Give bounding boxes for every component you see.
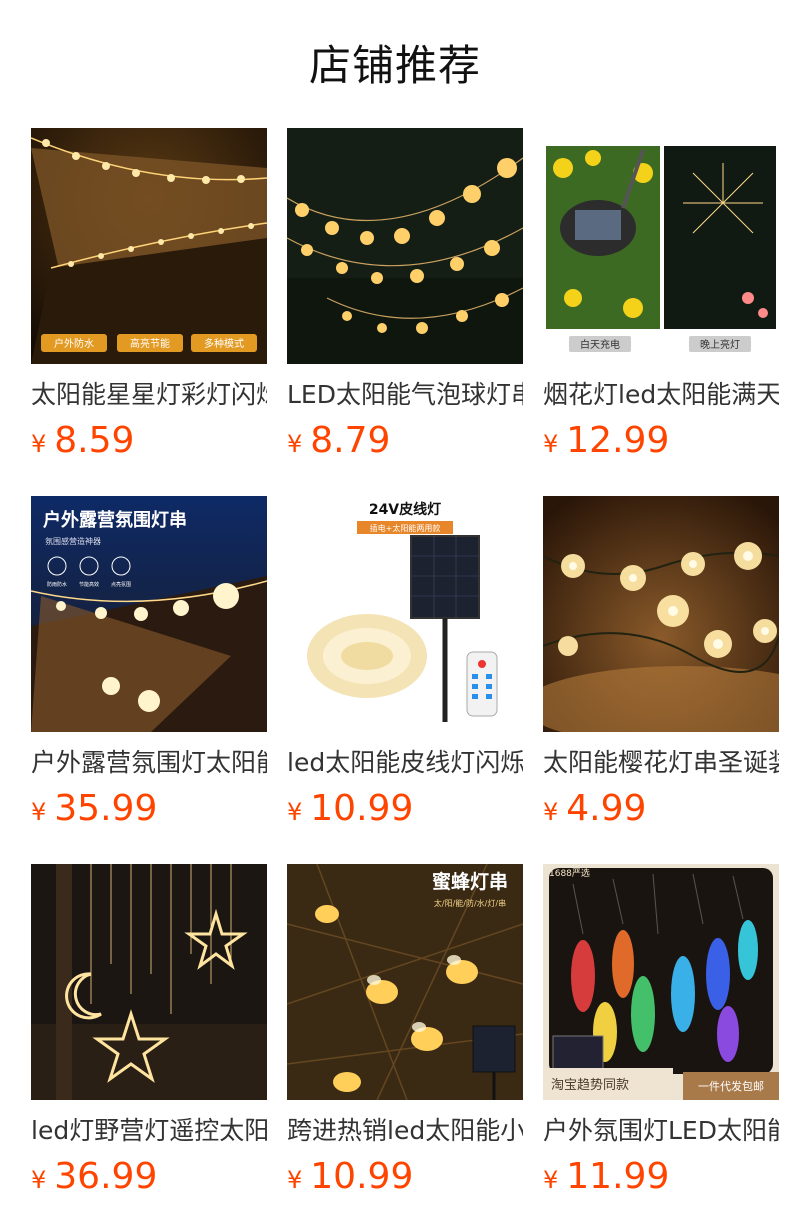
price-value: 10.99	[310, 788, 414, 829]
camping-ambient-light-image[interactable]: 户外露营氛围灯串 氛围感营造神器 防雨防水 节能高效 点亮氛围	[31, 496, 267, 732]
price-value: 8.79	[310, 420, 391, 461]
image-subtext: 插电+太阳能两用款	[370, 523, 441, 533]
cherry-blossom-light-image[interactable]	[543, 496, 779, 732]
currency-symbol: ¥	[543, 1166, 559, 1194]
currency-symbol: ¥	[287, 430, 303, 458]
price-value: 12.99	[566, 420, 670, 461]
product-card[interactable]: 蜜蜂灯串 太/阳/能/防/水/灯/串 跨进热销led太阳能小蜜蜂 ¥10.99	[287, 864, 523, 1198]
currency-symbol: ¥	[543, 430, 559, 458]
star-moon-curtain-light-image[interactable]	[31, 864, 267, 1100]
currency-symbol: ¥	[287, 1166, 303, 1194]
product-price: ¥12.99	[543, 420, 779, 462]
product-name[interactable]: led灯野营灯遥控太阳能	[31, 1114, 267, 1148]
product-price: ¥10.99	[287, 1156, 523, 1198]
product-name[interactable]: 烟花灯led太阳能满天星	[543, 378, 779, 412]
bee-string-light-image[interactable]: 蜜蜂灯串 太/阳/能/防/水/灯/串	[287, 864, 523, 1100]
image-badge: 一件代发包邮	[698, 1079, 764, 1093]
product-price: ¥8.79	[287, 420, 523, 462]
product-card[interactable]: 白天充电 晚上亮灯 烟花灯led太阳能满天星 ¥12.99	[543, 128, 779, 462]
product-price: ¥36.99	[31, 1156, 267, 1198]
price-value: 4.99	[566, 788, 647, 829]
product-card[interactable]: 24V皮线灯 插电+太阳能两用款 led太阳能皮线灯闪烁 ¥10.99	[287, 496, 523, 830]
product-price: ¥10.99	[287, 788, 523, 830]
image-headline: 户外露营氛围灯串	[43, 509, 187, 531]
currency-symbol: ¥	[31, 1166, 47, 1194]
currency-symbol: ¥	[543, 798, 559, 826]
product-name[interactable]: 太阳能樱花灯串圣诞装	[543, 746, 779, 780]
image-subtext: 氛围感营造神器	[45, 536, 101, 546]
product-card[interactable]: 太阳能樱花灯串圣诞装 ¥4.99	[543, 496, 779, 830]
product-name[interactable]: led太阳能皮线灯闪烁	[287, 746, 523, 780]
product-price: ¥11.99	[543, 1156, 779, 1198]
product-name[interactable]: 太阳能星星灯彩灯闪烁	[31, 378, 267, 412]
product-name[interactable]: 跨进热销led太阳能小蜜蜂	[287, 1114, 523, 1148]
image-subtext: 太/阳/能/防/水/灯/串	[434, 898, 506, 908]
image-badge: 户外防水	[54, 337, 94, 350]
product-name[interactable]: 户外氛围灯LED太阳能	[543, 1114, 779, 1148]
currency-symbol: ¥	[31, 798, 47, 826]
product-card[interactable]: 户外防水 高亮节能 多种模式 太阳能星星灯彩灯闪烁 ¥8.59	[31, 128, 267, 462]
product-price: ¥8.59	[31, 420, 267, 462]
price-value: 36.99	[54, 1156, 158, 1197]
product-price: ¥35.99	[31, 788, 267, 830]
currency-symbol: ¥	[31, 430, 47, 458]
product-card[interactable]: LED太阳能气泡球灯串 ¥8.79	[287, 128, 523, 462]
image-badge: 白天充电	[580, 338, 620, 351]
image-badge: 多种模式	[204, 337, 244, 350]
solar-wire-light-image[interactable]: 24V皮线灯 插电+太阳能两用款	[287, 496, 523, 732]
image-badge: 1688严选	[549, 867, 590, 879]
image-feature: 点亮氛围	[111, 581, 131, 588]
product-card[interactable]: 1688严选 淘宝趋势同款 一件代发包邮 户外氛围灯LED太阳能 ¥11.99	[543, 864, 779, 1198]
firework-solar-light-image[interactable]: 白天充电 晚上亮灯	[543, 128, 779, 364]
camping-tent-string-lights-image[interactable]: 户外防水 高亮节能 多种模式	[31, 128, 267, 364]
price-value: 8.59	[54, 420, 135, 461]
image-badge: 淘宝趋势同款	[551, 1077, 629, 1093]
price-value: 10.99	[310, 1156, 414, 1197]
image-headline: 蜜蜂灯串	[432, 870, 508, 893]
image-headline: 24V皮线灯	[369, 501, 441, 518]
price-value: 11.99	[566, 1156, 670, 1197]
price-value: 35.99	[54, 788, 158, 829]
page-title: 店铺推荐	[308, 41, 481, 90]
colorful-raindrop-light-image[interactable]: 1688严选 淘宝趋势同款 一件代发包邮	[543, 864, 779, 1100]
image-feature: 防雨防水	[47, 581, 67, 588]
product-card[interactable]: led灯野营灯遥控太阳能 ¥36.99	[31, 864, 267, 1198]
currency-symbol: ¥	[287, 798, 303, 826]
product-card[interactable]: 户外露营氛围灯串 氛围感营造神器 防雨防水 节能高效 点亮氛围 户外露营氛围灯太…	[31, 496, 267, 830]
image-badge: 高亮节能	[130, 337, 170, 350]
bubble-ball-string-lights-image[interactable]	[287, 128, 523, 364]
image-badge: 晚上亮灯	[700, 338, 740, 351]
product-price: ¥4.99	[543, 788, 779, 830]
product-name[interactable]: 户外露营氛围灯太阳能	[31, 746, 267, 780]
image-feature: 节能高效	[79, 581, 99, 588]
product-name[interactable]: LED太阳能气泡球灯串	[287, 378, 523, 412]
